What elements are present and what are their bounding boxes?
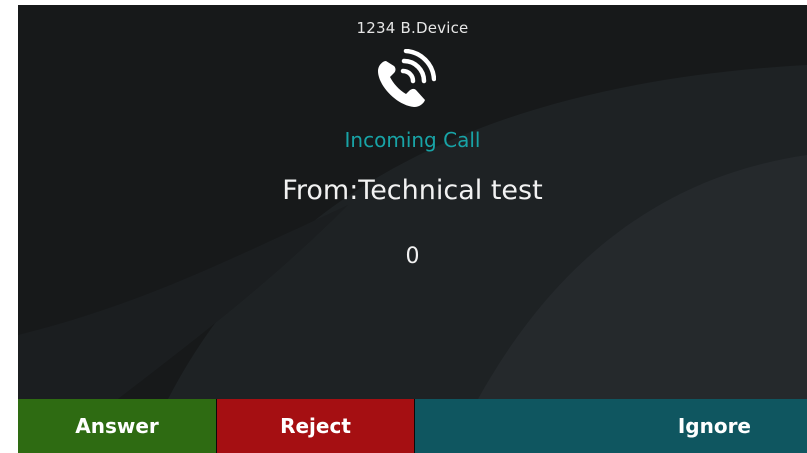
reject-button[interactable]: Reject (216, 399, 414, 453)
call-counter: 0 (405, 244, 420, 269)
incoming-call-icon (378, 49, 436, 107)
softkey-bar: Answer Reject Ignore (18, 399, 807, 453)
device-title: 1234 B.Device (356, 19, 469, 37)
caller-name: From:Technical test (282, 175, 543, 206)
ignore-button[interactable]: Ignore (414, 399, 807, 453)
answer-button[interactable]: Answer (18, 399, 216, 453)
call-status: Incoming Call (344, 128, 481, 152)
phone-screen: 1234 B.Device Incoming Call From:Technic… (18, 5, 807, 453)
